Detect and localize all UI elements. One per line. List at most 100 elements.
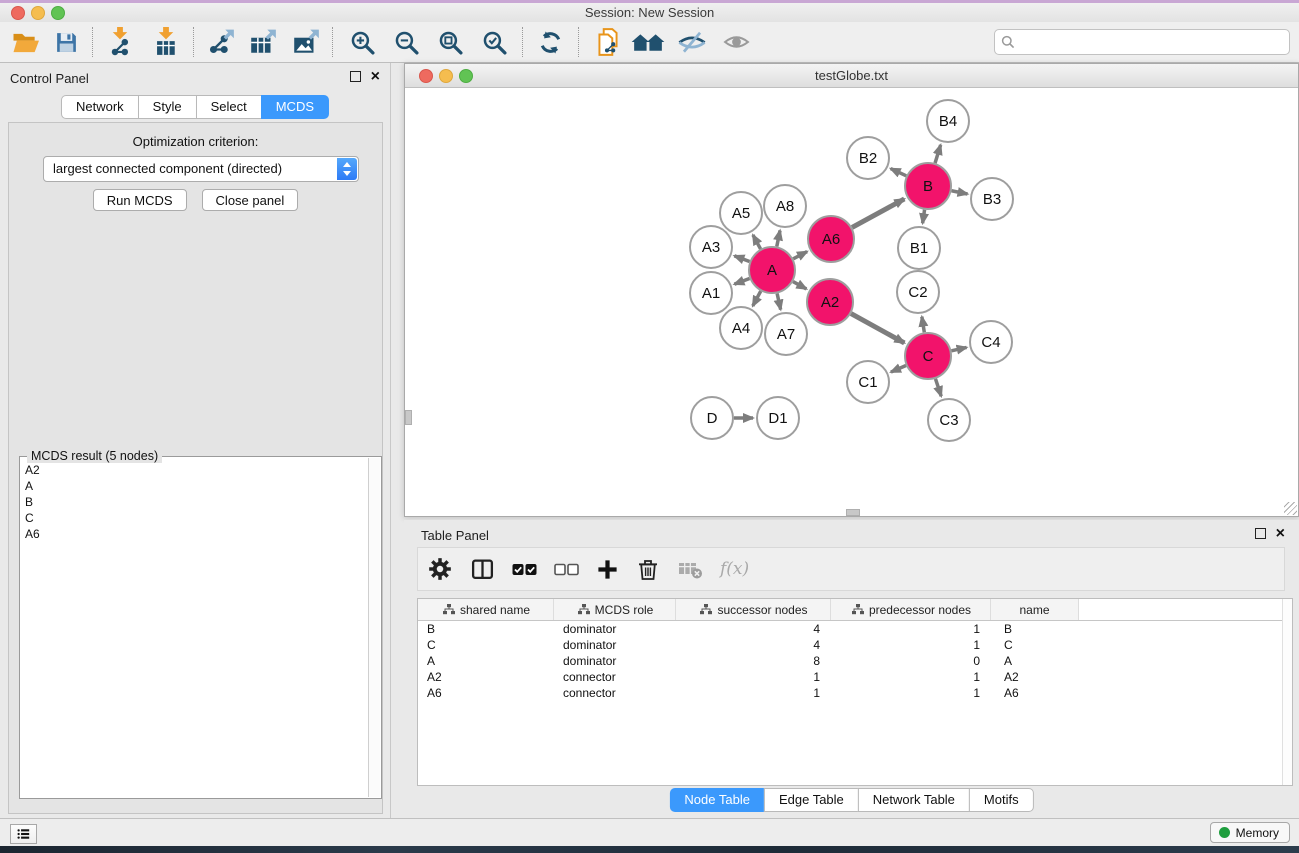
graph-node-A5[interactable]: A5	[720, 192, 762, 234]
search-input[interactable]	[1019, 32, 1289, 52]
delete-column-button[interactable]	[677, 559, 703, 580]
close-panel-icon[interactable]: ×	[371, 71, 380, 82]
table-cell[interactable]: A6	[991, 685, 1079, 701]
table-cell[interactable]: 8	[676, 653, 831, 669]
table-cell[interactable]: A2	[418, 669, 554, 685]
graph-edge-B-B2[interactable]	[891, 169, 907, 176]
table-cell[interactable]: A6	[418, 685, 554, 701]
table-cell[interactable]: A	[418, 653, 554, 669]
table-cell[interactable]: C	[991, 637, 1079, 653]
table-cell[interactable]: 4	[676, 637, 831, 653]
graph-node-A7[interactable]: A7	[765, 313, 807, 355]
column-header-predecessor-nodes[interactable]: predecessor nodes	[831, 599, 991, 620]
graph-edge-C-C1[interactable]	[891, 366, 906, 373]
canvas-scroll-notch[interactable]	[405, 410, 412, 425]
graph-edge-A-A3[interactable]	[734, 256, 749, 262]
table-cell[interactable]: connector	[554, 685, 676, 701]
tab-network-table[interactable]: Network Table	[858, 788, 970, 812]
hide-details-button[interactable]	[674, 26, 710, 58]
show-panels-button[interactable]	[10, 824, 37, 844]
refresh-button[interactable]	[532, 26, 568, 58]
mcds-result-item[interactable]: A6	[25, 526, 369, 542]
add-row-button[interactable]	[596, 558, 619, 581]
table-row[interactable]: A2connector11A2	[418, 669, 1292, 685]
search-box[interactable]	[994, 29, 1290, 55]
tab-motifs[interactable]: Motifs	[969, 788, 1034, 812]
node-table[interactable]: shared nameMCDS rolesuccessor nodesprede…	[417, 598, 1293, 786]
table-cell[interactable]: 4	[676, 621, 831, 637]
graph-node-B1[interactable]: B1	[898, 227, 940, 269]
column-header-name[interactable]: name	[991, 599, 1079, 620]
graph-node-A3[interactable]: A3	[690, 226, 732, 268]
graph-node-A[interactable]: A	[749, 247, 795, 293]
table-cell[interactable]: dominator	[554, 637, 676, 653]
graph-node-C4[interactable]: C4	[970, 321, 1012, 363]
tab-edge-table[interactable]: Edge Table	[764, 788, 859, 812]
table-settings-button[interactable]	[427, 556, 453, 582]
graph-edge-A-A2[interactable]	[793, 282, 806, 289]
graph-node-B[interactable]: B	[905, 163, 951, 209]
graph-node-C3[interactable]: C3	[928, 399, 970, 441]
graph-node-C1[interactable]: C1	[847, 361, 889, 403]
tab-network[interactable]: Network	[61, 95, 139, 119]
graph-node-C2[interactable]: C2	[897, 271, 939, 313]
column-header-successor-nodes[interactable]: successor nodes	[676, 599, 831, 620]
graph-edge-B-B4[interactable]	[935, 145, 941, 163]
network-browser-button[interactable]	[630, 26, 666, 58]
graph-node-A8[interactable]: A8	[764, 185, 806, 227]
table-cell[interactable]: 0	[831, 653, 991, 669]
table-row[interactable]: Cdominator41C	[418, 637, 1292, 653]
graph-edge-A2-C[interactable]	[851, 314, 904, 343]
table-cell[interactable]: 1	[831, 669, 991, 685]
save-session-button[interactable]	[48, 26, 84, 58]
export-network-button[interactable]	[203, 26, 239, 58]
table-cell[interactable]: A2	[991, 669, 1079, 685]
graph-node-A1[interactable]: A1	[690, 272, 732, 314]
zoom-selected-button[interactable]	[476, 26, 512, 58]
table-cell[interactable]: C	[418, 637, 554, 653]
mcds-result-item[interactable]: A	[25, 478, 369, 494]
mcds-result-item[interactable]: B	[25, 494, 369, 510]
memory-button[interactable]: Memory	[1210, 822, 1290, 843]
mcds-result-scrollbar[interactable]	[368, 458, 380, 797]
zoom-fit-button[interactable]	[432, 26, 468, 58]
clone-network-button[interactable]	[590, 26, 626, 58]
table-cell[interactable]: dominator	[554, 621, 676, 637]
table-cell[interactable]: 1	[676, 669, 831, 685]
canvas-scroll-notch[interactable]	[846, 509, 860, 516]
graph-edge-A-A6[interactable]	[793, 252, 807, 259]
tab-style[interactable]: Style	[138, 95, 197, 119]
table-cell[interactable]: connector	[554, 669, 676, 685]
network-window-titlebar[interactable]: testGlobe.txt	[405, 64, 1298, 88]
table-row[interactable]: A6connector11A6	[418, 685, 1292, 701]
column-header-MCDS-role[interactable]: MCDS role	[554, 599, 676, 620]
network-canvas[interactable]: B4B2BB3A8A5A6A3B1AA1C2A2A4A7C4CC1DD1C3	[405, 88, 1298, 516]
graph-edge-C-C2[interactable]	[922, 317, 924, 333]
graph-edge-B-B1[interactable]	[923, 210, 925, 224]
delete-row-button[interactable]	[636, 557, 660, 582]
mcds-result-item[interactable]: C	[25, 510, 369, 526]
equation-fx-button[interactable]: f(x)	[720, 559, 749, 579]
graph-edge-A-A5[interactable]	[753, 235, 761, 249]
graph-node-B2[interactable]: B2	[847, 137, 889, 179]
tab-mcds[interactable]: MCDS	[261, 95, 329, 119]
float-panel-icon[interactable]	[1255, 528, 1266, 539]
mcds-result-item[interactable]: A2	[25, 462, 369, 478]
export-image-button[interactable]	[288, 26, 324, 58]
export-table-button[interactable]	[245, 26, 281, 58]
graph-node-B4[interactable]: B4	[927, 100, 969, 142]
import-network-button[interactable]	[102, 26, 138, 58]
graph-node-A2[interactable]: A2	[807, 279, 853, 325]
resize-grip-icon[interactable]	[1284, 502, 1297, 515]
graph-edge-B-B3[interactable]	[952, 191, 968, 194]
import-table-button[interactable]	[148, 26, 184, 58]
graph-edge-A6-B[interactable]	[852, 199, 904, 228]
graph-edge-C-C4[interactable]	[951, 347, 966, 350]
zoom-in-button[interactable]	[344, 26, 380, 58]
tab-select[interactable]: Select	[196, 95, 262, 119]
open-session-button[interactable]	[8, 26, 44, 58]
graph-edge-A-A1[interactable]	[734, 278, 749, 284]
column-browser-button[interactable]	[470, 557, 495, 582]
graph-node-A4[interactable]: A4	[720, 307, 762, 349]
run-mcds-button[interactable]: Run MCDS	[93, 189, 187, 211]
